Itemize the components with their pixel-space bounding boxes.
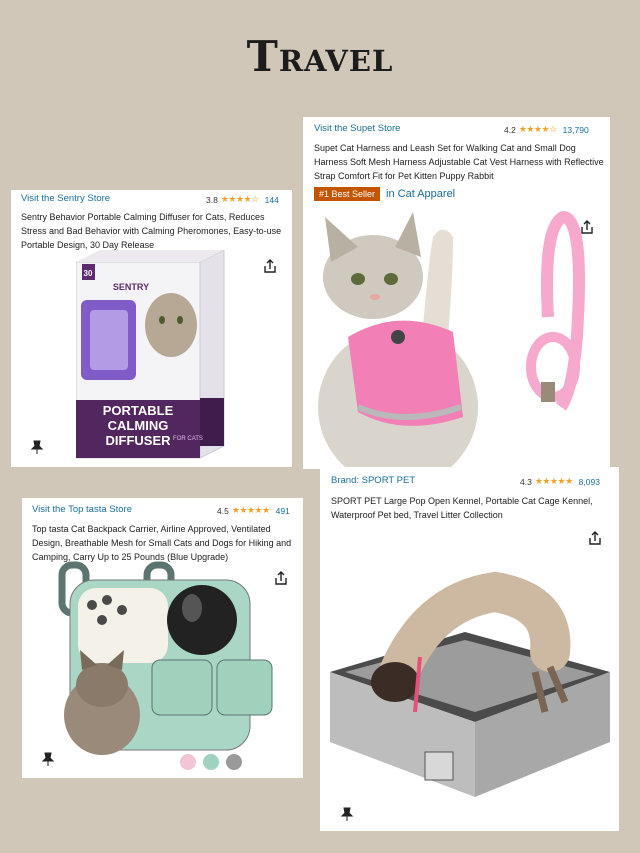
rating-value: 3.8 <box>206 194 218 205</box>
rating-value: 4.5 <box>217 505 229 516</box>
review-count[interactable]: 8,093 <box>579 477 600 487</box>
star-rating-icon: ★★★★☆ <box>518 124 557 134</box>
star-rating-icon: ★★★★☆ <box>220 194 259 204</box>
category-link[interactable]: in Cat Apparel <box>386 188 455 200</box>
product-card-kennel[interactable]: Brand: SPORT PET 4.3 ★★★★★ 8,093 SPORT P… <box>320 467 619 831</box>
product-description[interactable]: Top tasta Cat Backpack Carrier, Airline … <box>32 522 297 564</box>
product-description[interactable]: Supet Cat Harness and Leash Set for Walk… <box>314 141 604 183</box>
product-card-diffuser[interactable]: Visit the Sentry Store 3.8 ★★★★☆ 144 Sen… <box>11 190 292 467</box>
pin-icon[interactable] <box>341 807 353 821</box>
rating[interactable]: 4.5 ★★★★★ 491 <box>217 505 290 516</box>
backpack-product-image <box>58 561 273 755</box>
pin-icon[interactable] <box>31 440 43 454</box>
kennel-product-image <box>330 571 610 797</box>
share-icon[interactable] <box>587 530 603 546</box>
product-card-backpack[interactable]: Visit the Top tasta Store 4.5 ★★★★★ 491 … <box>22 498 303 778</box>
review-count[interactable]: 491 <box>276 506 290 516</box>
rating[interactable]: 3.8 ★★★★☆ 144 <box>206 194 279 205</box>
product-card-harness[interactable]: Visit the Supet Store 4.2 ★★★★☆ 13,790 S… <box>303 117 610 469</box>
rating[interactable]: 4.3 ★★★★★ 8,093 <box>520 476 600 487</box>
brand-link[interactable]: Brand: SPORT PET <box>331 475 415 486</box>
box-title-line-1: PORTABLE <box>103 403 174 418</box>
review-count[interactable]: 13,790 <box>563 125 589 135</box>
box-days: 30 <box>84 269 93 278</box>
store-link[interactable]: Visit the Top tasta Store <box>32 504 132 515</box>
bestseller-badge: #1 Best Seller <box>314 187 381 201</box>
box-brand: SENTRY <box>113 282 149 292</box>
harness-product-image <box>318 210 585 469</box>
color-swatch-mint[interactable] <box>203 754 219 770</box>
pin-icon[interactable] <box>42 752 54 766</box>
star-rating-icon: ★★★★★ <box>534 476 573 486</box>
page-title: Travel <box>246 32 394 81</box>
diffuser-box-image: 30 SENTRY PORTABLE CALMING DIFFUSER FOR … <box>76 250 225 459</box>
store-link[interactable]: Visit the Supet Store <box>314 123 400 134</box>
review-count[interactable]: 144 <box>265 195 279 205</box>
product-description[interactable]: SPORT PET Large Pop Open Kennel, Portabl… <box>331 494 601 522</box>
share-icon[interactable] <box>262 258 278 274</box>
rating-value: 4.2 <box>504 124 516 135</box>
star-rating-icon: ★★★★★ <box>231 505 270 515</box>
store-link[interactable]: Visit the Sentry Store <box>21 193 110 204</box>
box-title-line-2: CALMING <box>108 418 169 433</box>
color-swatch-gray[interactable] <box>226 754 242 770</box>
rating-value: 4.3 <box>520 476 532 487</box>
product-description[interactable]: Sentry Behavior Portable Calming Diffuse… <box>21 210 286 252</box>
box-for-cats: FOR CATS <box>173 436 203 442</box>
rating[interactable]: 4.2 ★★★★☆ 13,790 <box>504 124 589 135</box>
bestseller-row: #1 Best Seller in Cat Apparel <box>314 187 455 201</box>
color-swatch-pink[interactable] <box>180 754 196 770</box>
box-title-line-3: DIFFUSER <box>106 433 172 448</box>
